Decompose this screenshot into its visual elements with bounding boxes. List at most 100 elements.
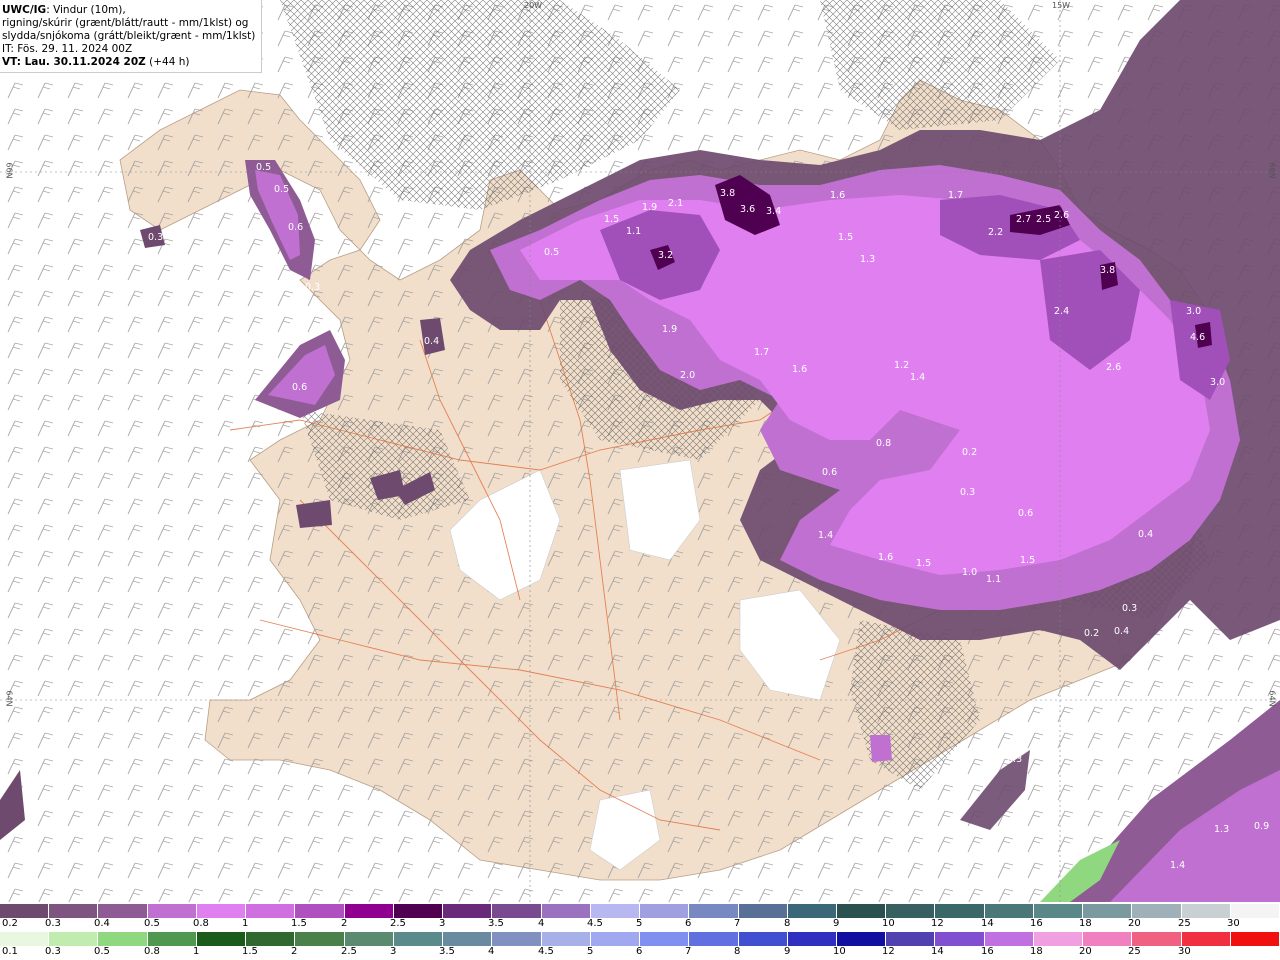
colorbar-swatch <box>1230 932 1280 946</box>
colorbar-tick-label: 6 <box>685 918 692 929</box>
colorbar-tick-label: 3 <box>390 946 397 957</box>
precip-label: 1.9 <box>662 324 677 335</box>
precip-label: 0.4 <box>1138 529 1153 540</box>
precip-label: 0.5 <box>274 184 289 195</box>
colorbar-tick-label: 2.5 <box>341 946 357 957</box>
colorbar-swatch <box>295 932 345 946</box>
snow-colorbar-labels: 0.2 0.3 0.4 0.5 0.8 1 1.5 2 2.5 3 3.5 4 4.5 5 6 7 8 9 10 12… <box>0 918 1280 932</box>
weather-map[interactable]: 0.5 0.5 0.6 0.3 0.3 0.6 0.4 0.5 1.5 1.9 … <box>0 0 1280 902</box>
colorbar-swatch <box>689 932 739 946</box>
colorbar-tick-label: 6 <box>636 946 643 957</box>
colorbar-swatch <box>541 904 591 918</box>
colorbar-swatch <box>492 932 542 946</box>
precip-label: 1.3 <box>860 254 875 265</box>
colorbar-tick-label: 20 <box>1079 946 1092 957</box>
precip-label: 3.0 <box>1186 306 1201 317</box>
colorbar-tick-label: 4 <box>538 918 545 929</box>
precip-label: 0.3 <box>305 282 320 293</box>
colorbar-tick-label: 14 <box>981 918 994 929</box>
precip-label: 1.1 <box>986 574 1001 585</box>
colorbar-tick-label: 5 <box>636 918 643 929</box>
colorbar-tick-label: 0.1 <box>2 946 18 957</box>
colorbar-swatch <box>590 932 641 946</box>
colorbar-swatch <box>344 904 394 918</box>
colorbar-swatch <box>1181 904 1231 918</box>
colorbar-swatch <box>98 932 148 946</box>
colorbar-tick-label: 25 <box>1178 918 1191 929</box>
colorbar-tick-label: 0.5 <box>94 946 110 957</box>
colorbar-tick-label: 30 <box>1227 918 1240 929</box>
lat-label-66n-left: 66N <box>4 162 14 179</box>
colorbar-swatch <box>787 932 837 946</box>
precip-label: 1.7 <box>948 190 963 201</box>
colorbar-swatch <box>0 904 50 918</box>
precip-label: 0.3 <box>1007 754 1022 765</box>
colorbar-tick-label: 0.8 <box>144 946 160 957</box>
lon-label-20w: 20W <box>524 1 543 10</box>
colorbar-swatch <box>246 932 296 946</box>
colorbar-swatch <box>1033 904 1084 918</box>
colorbar-swatch <box>640 904 690 918</box>
colorbar-swatch <box>984 904 1034 918</box>
colorbar-tick-label: 20 <box>1128 918 1141 929</box>
colorbar-swatch <box>640 932 690 946</box>
precip-label: 1.9 <box>642 202 657 213</box>
precip-label: 1.4 <box>818 530 833 541</box>
colorbar-tick-label: 7 <box>734 918 741 929</box>
precip-label: 0.6 <box>822 467 837 478</box>
colorbar-swatch <box>836 904 887 918</box>
forecast-hour: (+44 h) <box>145 56 190 68</box>
colorbar-tick-label: 0.8 <box>193 918 209 929</box>
precip-label: 1.5 <box>1020 555 1035 566</box>
precip-label: 3.8 <box>720 188 735 199</box>
colorbar-tick-label: 0.2 <box>2 918 18 929</box>
precip-label: 2.0 <box>680 370 695 381</box>
header-line1: : Vindur (10m), <box>46 4 126 16</box>
colorbar-tick-label: 9 <box>784 946 791 957</box>
colorbar-tick-label: 30 <box>1178 946 1191 957</box>
precip-label: 1.5 <box>916 558 931 569</box>
precip-label: 1.0 <box>962 567 977 578</box>
colorbar-swatch <box>147 904 197 918</box>
colorbar-tick-label: 9 <box>833 918 840 929</box>
precip-label: 1.7 <box>754 347 769 358</box>
precip-label: 0.4 <box>1114 626 1129 637</box>
precip-label: 0.2 <box>1084 628 1099 639</box>
precip-label: 1.6 <box>792 364 807 375</box>
precip-label: 1.3 <box>1214 824 1229 835</box>
precip-label: 0.3 <box>1122 603 1137 614</box>
colorbar-swatch <box>590 904 641 918</box>
rain-colorbar <box>0 932 1280 946</box>
colorbar-tick-label: 5 <box>587 946 594 957</box>
colorbar-swatch <box>393 932 444 946</box>
colorbar-tick-label: 16 <box>981 946 994 957</box>
colorbar-swatch <box>984 932 1034 946</box>
colorbar-tick-label: 2 <box>341 918 348 929</box>
colorbar-tick-label: 10 <box>833 946 846 957</box>
colorbar-tick-label: 7 <box>685 946 692 957</box>
colorbar-swatch <box>935 932 985 946</box>
precip-label: 1.4 <box>910 372 925 383</box>
colorbar-swatch <box>836 932 887 946</box>
colorbar-swatch <box>393 904 444 918</box>
colorbar-swatch <box>443 932 493 946</box>
colorbar-tick-label: 0.3 <box>45 918 61 929</box>
colorbar-swatch <box>492 904 542 918</box>
colorbar-swatch <box>1181 932 1231 946</box>
lat-label-64n-left: 64N <box>4 690 14 707</box>
colorbar-swatch <box>196 904 247 918</box>
lat-label-66n-right: 66N <box>1267 162 1277 179</box>
precip-label: 3.2 <box>658 250 673 261</box>
colorbar-tick-label: 8 <box>784 918 791 929</box>
colorbar-swatch <box>738 904 788 918</box>
colorbar-swatch <box>935 904 985 918</box>
colorbar-tick-label: 16 <box>1030 918 1043 929</box>
colorbar-swatch <box>886 904 936 918</box>
precip-label: 1.6 <box>878 552 893 563</box>
colorbar-tick-label: 2 <box>291 946 298 957</box>
colorbar-tick-label: 0.4 <box>94 918 110 929</box>
colorbar-swatch <box>49 932 99 946</box>
lon-label-15w: 15W <box>1052 1 1071 10</box>
colorbar-swatch <box>246 904 296 918</box>
precip-label: 2.6 <box>1054 210 1069 221</box>
